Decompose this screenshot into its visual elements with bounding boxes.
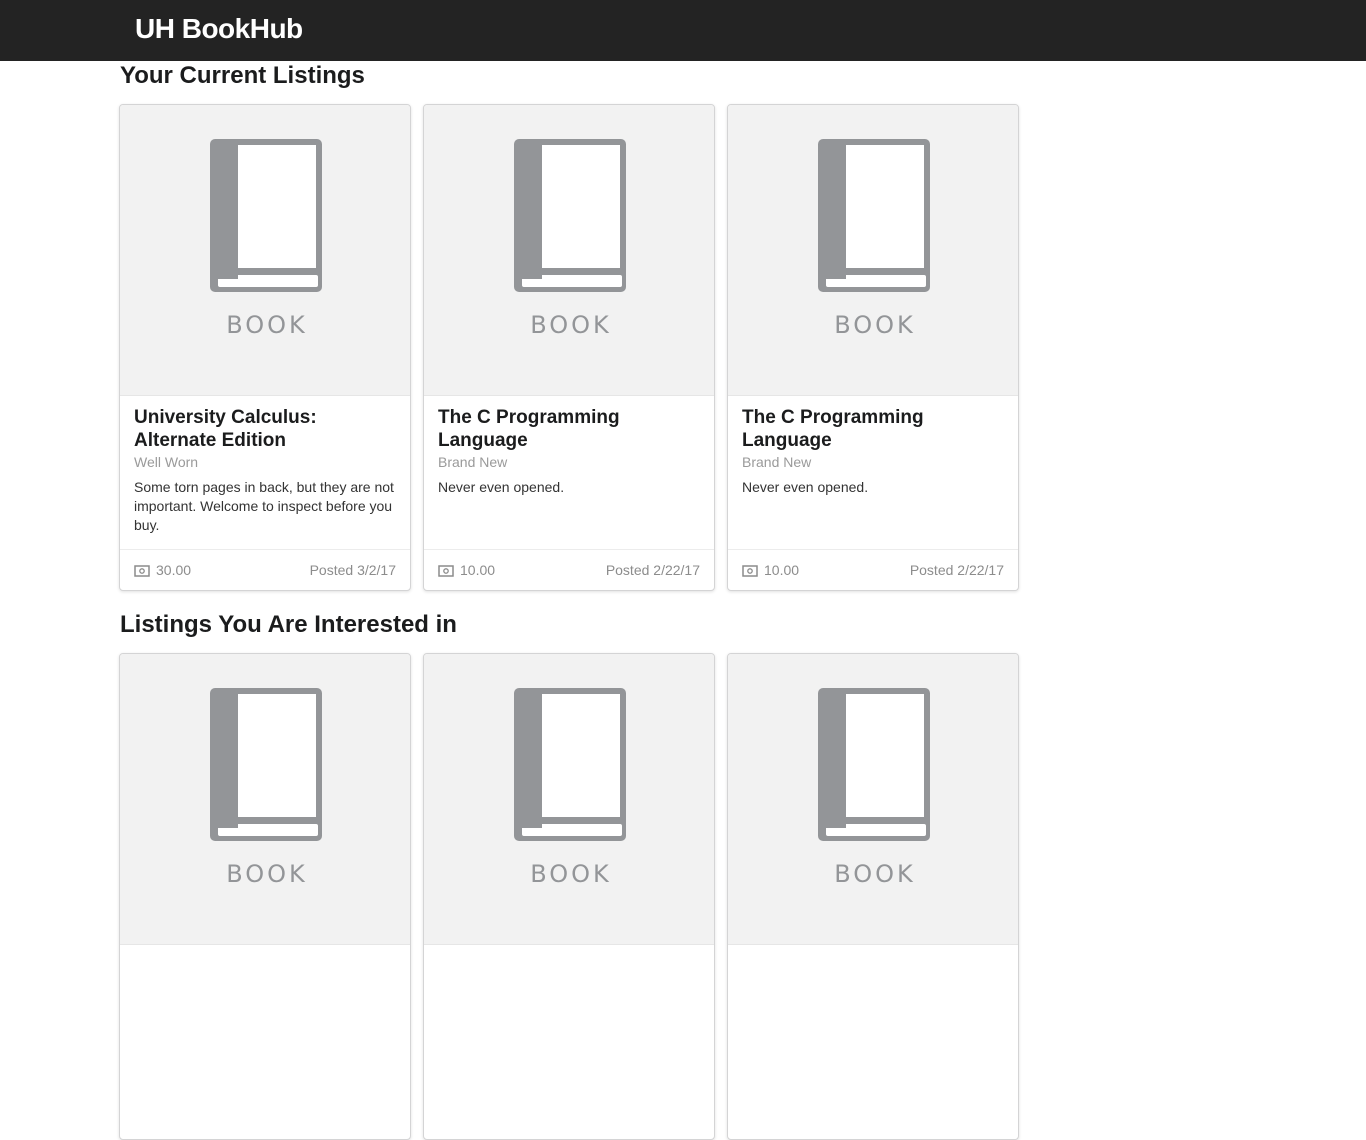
book-image-label: BOOK xyxy=(226,311,308,339)
listing-price-value: 10.00 xyxy=(764,562,800,578)
listing-card[interactable]: BOOK xyxy=(119,653,411,1140)
book-image: BOOK xyxy=(728,105,1018,396)
book-image: BOOK xyxy=(424,105,714,396)
listing-footer: 30.00 Posted 3/2/17 xyxy=(120,549,410,590)
listing-card[interactable]: BOOK The C Programming Language Brand Ne… xyxy=(727,104,1019,591)
section-title-current-listings: Your Current Listings xyxy=(120,62,365,89)
listing-card[interactable]: BOOK xyxy=(727,653,1019,1140)
listing-card[interactable]: BOOK University Calculus: Alternate Edit… xyxy=(119,104,411,591)
book-image: BOOK xyxy=(120,654,410,945)
listing-condition: Well Worn xyxy=(134,454,199,470)
listing-title[interactable]: The C Programming Language xyxy=(438,406,700,452)
listing-price: 10.00 xyxy=(438,562,495,578)
book-image: BOOK xyxy=(120,105,410,396)
money-icon xyxy=(438,565,454,577)
listing-price: 30.00 xyxy=(134,562,191,578)
listing-price: 10.00 xyxy=(742,562,799,578)
book-image-label: BOOK xyxy=(834,860,916,888)
book-icon: BOOK xyxy=(818,139,930,339)
listing-description: Never even opened. xyxy=(438,479,565,495)
listing-description: Some torn pages in back, but they are no… xyxy=(134,479,394,533)
listing-condition: Brand New xyxy=(742,454,812,470)
book-icon: BOOK xyxy=(210,688,322,888)
book-image-label: BOOK xyxy=(530,311,612,339)
book-image: BOOK xyxy=(424,654,714,945)
listing-card[interactable]: BOOK xyxy=(423,653,715,1140)
book-image-label: BOOK xyxy=(834,311,916,339)
listing-card[interactable]: BOOK The C Programming Language Brand Ne… xyxy=(423,104,715,591)
listing-posted-date: Posted 2/22/17 xyxy=(909,562,1004,578)
listing-condition: Brand New xyxy=(438,454,508,470)
book-icon: BOOK xyxy=(514,688,626,888)
book-icon: BOOK xyxy=(818,688,930,888)
money-icon xyxy=(134,565,150,577)
money-icon xyxy=(742,565,758,577)
section-title-interested-listings: Listings You Are Interested in xyxy=(120,611,457,638)
listing-description: Never even opened. xyxy=(742,479,869,495)
listing-title[interactable]: The C Programming Language xyxy=(742,406,1004,452)
book-icon: BOOK xyxy=(514,139,626,339)
book-image-label: BOOK xyxy=(226,860,308,888)
listing-posted-date: Posted 3/2/17 xyxy=(309,562,396,578)
brand-logo-text[interactable]: UH BookHub xyxy=(135,13,303,45)
listing-title[interactable]: University Calculus: Alternate Edition xyxy=(134,406,396,452)
listing-posted-date: Posted 2/22/17 xyxy=(605,562,700,578)
top-menu-bar: UH BookHub xyxy=(0,0,1366,61)
listing-footer: 10.00 Posted 2/22/17 xyxy=(728,549,1018,590)
book-icon: BOOK xyxy=(210,139,322,339)
listing-price-value: 30.00 xyxy=(156,562,192,578)
book-image: BOOK xyxy=(728,654,1018,945)
listing-price-value: 10.00 xyxy=(460,562,496,578)
listing-footer: 10.00 Posted 2/22/17 xyxy=(424,549,714,590)
book-image-label: BOOK xyxy=(530,860,612,888)
